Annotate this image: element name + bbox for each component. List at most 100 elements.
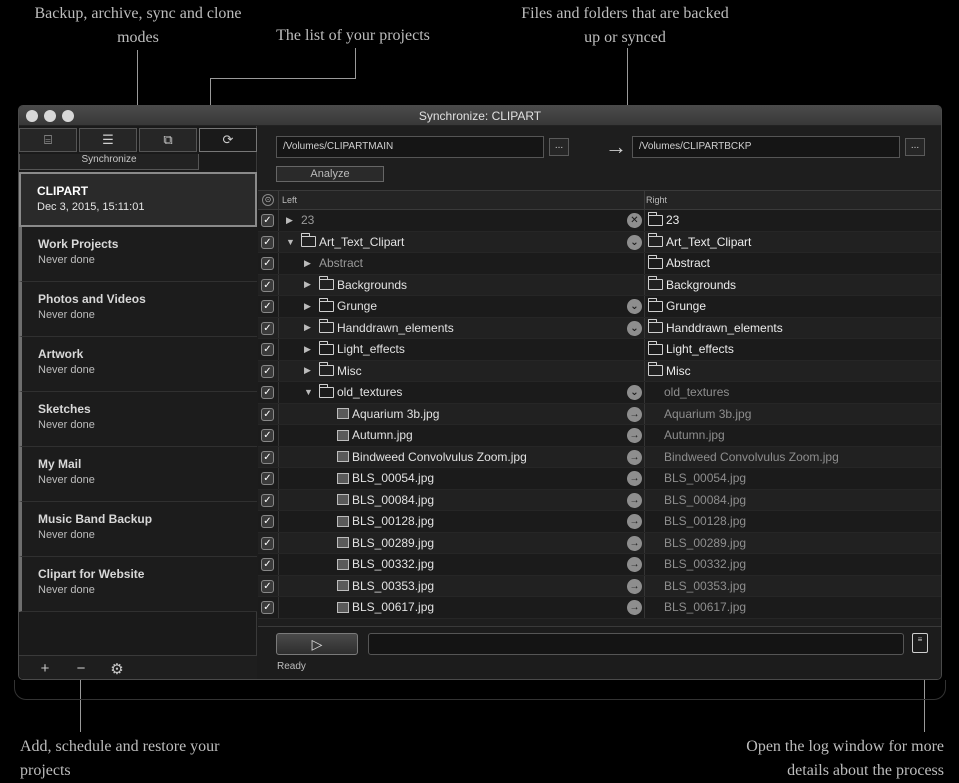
- mode-sync-tab[interactable]: ⧉: [139, 128, 197, 152]
- disclosure-triangle-icon[interactable]: ▼: [286, 237, 298, 247]
- project-item[interactable]: Clipart for Website Never done: [19, 557, 257, 612]
- remove-project-button[interactable]: −: [71, 660, 91, 677]
- project-item[interactable]: Artwork Never done: [19, 337, 257, 392]
- include-checkbox[interactable]: ✓: [261, 407, 274, 421]
- sync-action-icon[interactable]: →: [627, 492, 642, 508]
- add-project-button[interactable]: +: [35, 660, 55, 677]
- disclosure-triangle-icon[interactable]: ▶: [304, 301, 316, 312]
- tree-row[interactable]: ✓ BLS_00128.jpg → BLS_00128.jpg: [258, 511, 941, 533]
- include-checkbox[interactable]: ✓: [261, 472, 274, 485]
- right-path-field[interactable]: /Volumes/CLIPARTBCKP: [632, 136, 900, 158]
- tree-row[interactable]: ✓ Aquarium 3b.jpg → Aquarium 3b.jpg: [258, 403, 941, 425]
- main-panel: /Volumes/CLIPARTMAIN ... → /Volumes/CLIP…: [258, 126, 941, 679]
- include-checkbox[interactable]: ✓: [261, 515, 274, 528]
- tree-row[interactable]: ✓ BLS_00332.jpg → BLS_00332.jpg: [258, 554, 941, 576]
- arrow-right-icon: →: [605, 134, 627, 159]
- project-last-run: Never done: [38, 309, 95, 321]
- include-checkbox[interactable]: ✓: [261, 579, 274, 593]
- left-browse-button[interactable]: ...: [549, 138, 569, 156]
- sync-action-icon[interactable]: →: [627, 535, 642, 551]
- sync-action-icon[interactable]: ✕: [627, 213, 642, 228]
- include-checkbox[interactable]: ✓: [261, 364, 274, 378]
- left-item: ▶ Handdrawn_elements: [304, 319, 454, 335]
- include-checkbox[interactable]: ✓: [261, 321, 274, 335]
- disclosure-triangle-icon[interactable]: ▶: [304, 279, 316, 290]
- disclosure-triangle-icon[interactable]: ▶: [304, 365, 316, 376]
- sync-action-icon[interactable]: ⌄: [627, 385, 642, 400]
- right-column-header[interactable]: Right: [646, 195, 667, 205]
- project-item[interactable]: Work Projects Never done: [19, 227, 257, 282]
- sync-action-icon[interactable]: ⌄: [627, 320, 642, 336]
- mode-archive-tab[interactable]: ☰: [79, 128, 137, 152]
- tree-row[interactable]: ✓ ▶ Misc Misc: [258, 360, 941, 382]
- include-checkbox[interactable]: ✓: [261, 214, 274, 227]
- left-item-label: 23: [301, 213, 315, 227]
- left-item-label: old_textures: [337, 385, 403, 399]
- include-checkbox[interactable]: ✓: [261, 278, 274, 292]
- left-item-label: BLS_00289.jpg: [352, 535, 435, 550]
- project-item[interactable]: Music Band Backup Never done: [19, 502, 257, 557]
- project-settings-button[interactable]: ⚙: [107, 660, 127, 678]
- sync-action-icon[interactable]: →: [627, 471, 642, 486]
- tree-row[interactable]: ✓ BLS_00353.jpg → BLS_00353.jpg: [258, 575, 941, 597]
- include-checkbox[interactable]: ✓: [261, 386, 274, 399]
- select-all-toggle[interactable]: ⊙: [262, 194, 274, 206]
- sync-action-icon[interactable]: →: [627, 557, 642, 572]
- project-item[interactable]: My Mail Never done: [19, 447, 257, 502]
- tree-row[interactable]: ✓ BLS_00054.jpg → BLS_00054.jpg: [258, 468, 941, 490]
- tree-row[interactable]: ✓ ▶ Backgrounds Backgrounds: [258, 274, 941, 296]
- mode-backup-tab[interactable]: ⌸: [19, 128, 77, 152]
- analyze-button[interactable]: Analyze: [276, 166, 384, 182]
- project-last-run: Never done: [38, 364, 95, 376]
- mode-clone-tab[interactable]: ⟳: [199, 128, 257, 152]
- sync-action-icon[interactable]: ⌄: [627, 234, 642, 250]
- sync-action-icon[interactable]: →: [627, 449, 642, 465]
- include-checkbox[interactable]: ✓: [261, 601, 274, 614]
- sync-action-icon[interactable]: →: [627, 514, 642, 529]
- tree-row[interactable]: ✓ ▶ Handdrawn_elements ⌄ Handdrawn_elements: [258, 317, 941, 339]
- tree-row[interactable]: ✓ ▶ Light_effects Light_effects: [258, 339, 941, 361]
- run-button[interactable]: ▷: [276, 633, 358, 655]
- include-checkbox[interactable]: ✓: [261, 536, 274, 550]
- tree-row[interactable]: ✓ Autumn.jpg → Autumn.jpg: [258, 425, 941, 447]
- project-item[interactable]: CLIPART Dec 3, 2015, 15:11:01: [19, 172, 257, 227]
- tree-row[interactable]: ✓ BLS_00084.jpg → BLS_00084.jpg: [258, 489, 941, 511]
- tree-row[interactable]: ✓ ▶ Grunge ⌄ Grunge: [258, 296, 941, 318]
- include-checkbox[interactable]: ✓: [261, 257, 274, 270]
- disclosure-triangle-icon[interactable]: ▼: [304, 387, 316, 397]
- active-mode-label: Synchronize: [19, 154, 199, 170]
- tree-row[interactable]: ✓ ▼ old_textures ⌄ old_textures: [258, 382, 941, 404]
- disclosure-triangle-icon[interactable]: ▶: [286, 215, 298, 226]
- tree-row[interactable]: ✓ BLS_00617.jpg → BLS_00617.jpg: [258, 597, 941, 619]
- include-checkbox[interactable]: ✓: [261, 493, 274, 507]
- include-checkbox[interactable]: ✓: [261, 558, 274, 571]
- sync-action-icon[interactable]: →: [627, 578, 642, 594]
- disclosure-triangle-icon[interactable]: ▶: [304, 258, 316, 269]
- sync-action-icon[interactable]: →: [627, 600, 642, 615]
- right-item-label: Misc: [666, 363, 691, 378]
- tree-row[interactable]: ✓ ▶ 23 ✕ 23: [258, 210, 941, 232]
- tree-row[interactable]: ✓ ▼ Art_Text_Clipart ⌄ Art_Text_Clipart: [258, 231, 941, 253]
- include-checkbox[interactable]: ✓: [261, 450, 274, 464]
- left-path-field[interactable]: /Volumes/CLIPARTMAIN: [276, 136, 544, 158]
- left-item-label: Light_effects: [337, 342, 405, 356]
- tree-row[interactable]: ✓ BLS_00289.jpg → BLS_00289.jpg: [258, 532, 941, 554]
- tree-row[interactable]: ✓ Bindweed Convolvulus Zoom.jpg → Bindweed …: [258, 446, 941, 468]
- right-item: BLS_00289.jpg: [648, 536, 746, 550]
- include-checkbox[interactable]: ✓: [261, 429, 274, 442]
- project-last-run: Never done: [38, 419, 95, 431]
- right-browse-button[interactable]: ...: [905, 138, 925, 156]
- left-column-header[interactable]: Left: [282, 195, 297, 205]
- include-checkbox[interactable]: ✓: [261, 235, 274, 249]
- log-window-button[interactable]: ≡: [912, 633, 928, 653]
- disclosure-triangle-icon[interactable]: ▶: [304, 344, 316, 355]
- project-item[interactable]: Photos and Videos Never done: [19, 282, 257, 337]
- sync-action-icon[interactable]: ⌄: [627, 299, 642, 314]
- project-item[interactable]: Sketches Never done: [19, 392, 257, 447]
- include-checkbox[interactable]: ✓: [261, 300, 274, 313]
- disclosure-triangle-icon[interactable]: ▶: [304, 322, 316, 333]
- sync-action-icon[interactable]: →: [627, 428, 642, 443]
- include-checkbox[interactable]: ✓: [261, 343, 274, 356]
- sync-action-icon[interactable]: →: [627, 406, 642, 422]
- tree-row[interactable]: ✓ ▶ Abstract Abstract: [258, 253, 941, 275]
